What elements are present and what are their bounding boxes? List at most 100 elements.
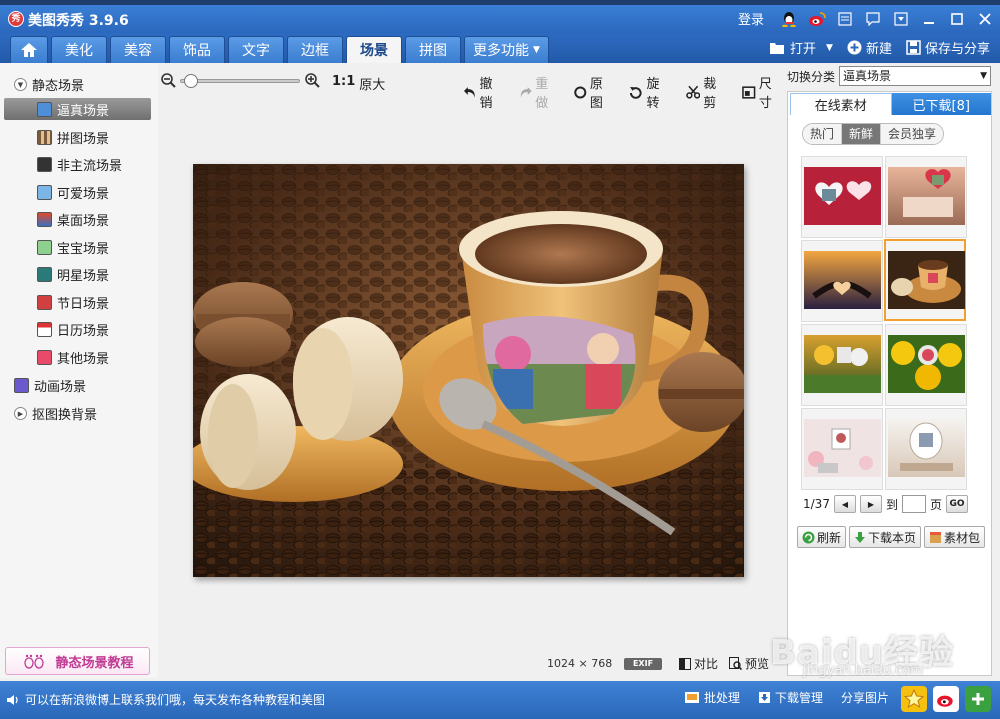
tree-group-static[interactable]: ▼ 静态场景: [14, 75, 84, 94]
original-label: 原图: [589, 77, 603, 111]
material-thumb-image: [804, 167, 881, 225]
tree-item-label: 非主流场景: [57, 158, 123, 174]
filter-new[interactable]: 新鲜: [842, 124, 882, 144]
zoom-in-icon[interactable]: [305, 73, 320, 88]
new-button[interactable]: 新建: [847, 38, 892, 57]
tree-item-label: 日历场景: [57, 323, 110, 339]
tree-item-calendar[interactable]: 日历场景: [37, 318, 109, 340]
tree-item-holiday[interactable]: 节日场景: [37, 291, 109, 313]
static-scene-tutorial-button[interactable]: 静态场景教程: [5, 647, 150, 675]
maximize-icon[interactable]: [948, 10, 966, 28]
tab-beauty[interactable]: 美容: [110, 36, 166, 63]
tree-item-label: 节日场景: [57, 296, 110, 312]
star-icon[interactable]: [901, 686, 927, 712]
tree-group-cutout[interactable]: ▶ 抠图换背景: [14, 404, 97, 423]
tree-group-static-label: 静态场景: [32, 79, 85, 94]
crop-button[interactable]: 裁剪: [685, 73, 729, 111]
exif-badge[interactable]: EXIF: [624, 658, 662, 670]
page-info: 1/37: [803, 497, 830, 511]
tree-item-other[interactable]: 其他场景: [37, 346, 109, 368]
download-manager-button[interactable]: 下载管理: [758, 689, 823, 706]
tab-text[interactable]: 文字: [228, 36, 284, 63]
material-thumb[interactable]: [885, 408, 967, 490]
package-icon: [930, 531, 942, 543]
material-grid: [801, 156, 968, 490]
prev-page-button[interactable]: ◀: [833, 495, 856, 513]
page-number-input[interactable]: [901, 495, 926, 513]
next-page-button[interactable]: ▶: [859, 495, 882, 513]
tab-border[interactable]: 边框: [287, 36, 343, 63]
go-button[interactable]: GO: [945, 495, 968, 513]
undo-button[interactable]: 撤销: [463, 73, 505, 111]
batch-icon: [685, 692, 699, 703]
skin-icon[interactable]: [836, 10, 854, 28]
tab-more[interactable]: 更多功能 ▼: [464, 36, 549, 63]
open-dropdown-icon[interactable]: ▼: [826, 43, 833, 53]
expand-icon[interactable]: ▶: [14, 407, 27, 420]
material-thumb[interactable]: [801, 156, 883, 238]
app-logo-icon: 秀: [8, 11, 24, 27]
tree-item-desktop[interactable]: 桌面场景: [37, 208, 109, 230]
tree-item-cute[interactable]: 可爱场景: [37, 181, 109, 203]
menu-icon[interactable]: [892, 10, 910, 28]
watermark-url: jingyan.baidu.com: [803, 663, 923, 678]
category-select[interactable]: 逼真场景 ▼: [839, 66, 991, 86]
material-thumb-selected[interactable]: [884, 239, 966, 321]
material-thumb-image: [888, 251, 965, 309]
redo-button[interactable]: 重做: [519, 73, 561, 111]
tree-item-realistic[interactable]: 逼真场景: [4, 98, 151, 120]
material-thumb[interactable]: [885, 324, 967, 406]
tab-downloaded[interactable]: 已下载[8]: [891, 93, 991, 115]
share-image-button[interactable]: 分享图片: [841, 689, 889, 706]
batch-process-button[interactable]: 批处理: [684, 689, 740, 706]
photo-canvas[interactable]: [193, 164, 744, 577]
material-thumb[interactable]: [801, 408, 883, 490]
weibo-share-icon[interactable]: [933, 686, 959, 712]
material-thumb[interactable]: [885, 156, 967, 238]
tree-item-star[interactable]: 明星场景: [37, 263, 109, 285]
zoom-slider-knob[interactable]: [184, 74, 199, 88]
material-pack-button[interactable]: 素材包: [924, 526, 986, 548]
title-bar-controls: 登录: [738, 9, 994, 28]
undo-label: 撤销: [479, 77, 493, 111]
minimize-icon[interactable]: [920, 10, 938, 28]
login-link[interactable]: 登录: [738, 9, 764, 28]
tab-beautify[interactable]: 美化: [51, 36, 107, 63]
tree-group-animated[interactable]: 动画场景: [14, 376, 86, 395]
compare-button[interactable]: 对比: [679, 655, 718, 672]
tab-accessories[interactable]: 饰品: [169, 36, 225, 63]
zoom-slider[interactable]: [180, 74, 300, 88]
weibo-icon[interactable]: [808, 10, 826, 28]
compare-icon: [679, 657, 691, 670]
open-button[interactable]: 打开 ▼: [769, 38, 833, 57]
refresh-button[interactable]: 刷新: [797, 526, 847, 548]
title-bar: 秀 美图秀秀 3.9.6 登录: [0, 5, 1000, 33]
size-button[interactable]: 尺寸: [742, 73, 784, 111]
download-page-button[interactable]: 下载本页: [849, 526, 922, 548]
filter-vip[interactable]: 会员独享: [881, 124, 944, 144]
tab-online-materials[interactable]: 在线素材: [790, 93, 892, 115]
animation-icon: [14, 378, 29, 393]
tree-item-collage[interactable]: 拼图场景: [37, 126, 109, 148]
save-share-button[interactable]: 保存与分享: [906, 38, 990, 57]
material-thumb[interactable]: [801, 324, 883, 406]
add-icon[interactable]: [965, 686, 991, 712]
home-icon: [21, 43, 37, 57]
zoom-out-icon[interactable]: [161, 73, 176, 88]
preview-button[interactable]: 预览: [729, 655, 769, 672]
tree-item-nonmainstream[interactable]: 非主流场景: [37, 153, 122, 175]
rotate-button[interactable]: 旋转: [629, 73, 672, 111]
tab-scene[interactable]: 场景: [346, 36, 402, 63]
tab-home[interactable]: [10, 36, 48, 63]
tree-item-baby[interactable]: 宝宝场景: [37, 236, 109, 258]
original-size-button[interactable]: 1:1 原大: [332, 74, 385, 93]
material-thumb[interactable]: [801, 240, 883, 322]
close-icon[interactable]: [976, 10, 994, 28]
original-image-button[interactable]: 原图: [574, 73, 615, 111]
feedback-icon[interactable]: [864, 10, 882, 28]
filter-hot[interactable]: 热门: [803, 124, 843, 144]
tab-collage[interactable]: 拼图: [405, 36, 461, 63]
rotate-icon: [630, 86, 642, 99]
qq-icon[interactable]: [780, 10, 798, 28]
collapse-icon[interactable]: ▼: [14, 78, 27, 91]
